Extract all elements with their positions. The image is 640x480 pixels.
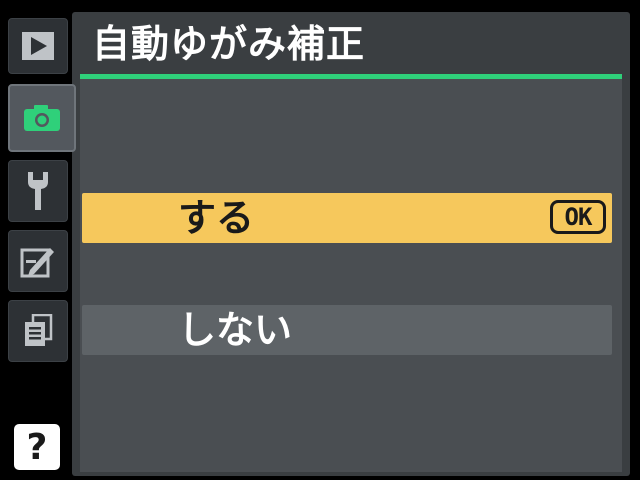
- playback-icon: [22, 32, 54, 60]
- tab-setup[interactable]: [8, 160, 68, 222]
- recent-settings-icon: [25, 314, 53, 346]
- camera-menu-screen: ? 自動ゆがみ補正 する OK しない: [0, 0, 640, 480]
- page-title: 自動ゆがみ補正: [92, 22, 366, 66]
- tab-playback[interactable]: [8, 18, 68, 74]
- option-on[interactable]: する OK: [82, 193, 612, 243]
- menu-panel: 自動ゆがみ補正 する OK しない: [72, 12, 630, 476]
- ok-badge: OK: [550, 200, 606, 234]
- tab-retouch[interactable]: [8, 230, 68, 292]
- camera-icon: [24, 105, 60, 131]
- retouch-icon: [20, 248, 54, 278]
- option-on-label: する: [178, 196, 255, 240]
- tab-shooting[interactable]: [8, 84, 76, 152]
- option-off[interactable]: しない: [82, 305, 612, 355]
- option-off-label: しない: [178, 308, 293, 352]
- wrench-icon: [28, 172, 48, 210]
- options-list: する OK しない: [80, 79, 622, 472]
- tab-recent-settings[interactable]: [8, 300, 68, 362]
- help-button[interactable]: ?: [14, 424, 60, 470]
